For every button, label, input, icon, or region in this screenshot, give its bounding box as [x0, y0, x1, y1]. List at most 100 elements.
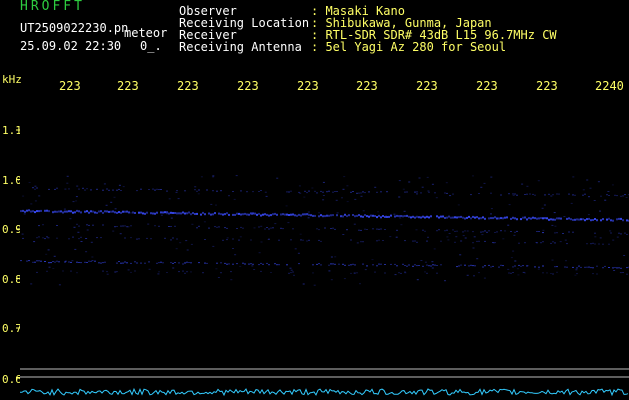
- signal-speck: [102, 189, 104, 191]
- signal-speck: [48, 188, 50, 190]
- signal-speck: [206, 262, 208, 264]
- signal-speck: [472, 215, 474, 218]
- signal-speck: [280, 213, 282, 216]
- signal-speck: [142, 212, 144, 215]
- signal-speck: [84, 189, 86, 191]
- signal-speck: [512, 266, 514, 268]
- signal-speck: [314, 190, 316, 192]
- noise-speck: [398, 196, 401, 198]
- signal-speck: [288, 191, 290, 193]
- signal-speck: [496, 217, 498, 220]
- signal-speck: [210, 213, 212, 216]
- noise-speck: [619, 272, 622, 274]
- signal-speck: [226, 212, 228, 215]
- signal-speck: [100, 262, 102, 264]
- signal-speck: [568, 217, 570, 220]
- noise-speck: [490, 213, 492, 215]
- signal-speck: [550, 218, 552, 221]
- signal-speck: [406, 191, 408, 193]
- noise-speck: [191, 223, 194, 225]
- signal-speck: [116, 211, 118, 214]
- signal-speck: [148, 261, 150, 263]
- noise-speck: [76, 185, 79, 187]
- signal-speck: [118, 188, 120, 190]
- signal-speck: [32, 210, 34, 213]
- x-tick-label: 223: [117, 79, 139, 93]
- signal-speck: [62, 270, 64, 272]
- signal-speck: [136, 190, 138, 192]
- signal-speck: [174, 212, 176, 214]
- signal-speck: [412, 215, 414, 218]
- signal-speck: [456, 266, 458, 268]
- signal-speck: [500, 217, 502, 220]
- signal-speck: [206, 189, 208, 191]
- noise-speck: [212, 245, 215, 247]
- signal-speck: [620, 195, 622, 197]
- signal-speck: [274, 263, 276, 265]
- noise-speck: [582, 189, 585, 191]
- signal-speck: [552, 273, 554, 275]
- signal-speck: [350, 264, 352, 266]
- signal-speck: [394, 215, 396, 218]
- noise-speck: [170, 217, 173, 219]
- signal-speck: [350, 272, 352, 274]
- signal-speck: [50, 262, 52, 264]
- signal-speck: [56, 187, 58, 189]
- noise-speck: [113, 196, 116, 198]
- signal-speck: [586, 243, 588, 245]
- signal-speck: [232, 263, 234, 265]
- signal-speck: [460, 264, 462, 266]
- signal-speck: [244, 263, 246, 265]
- signal-speck: [550, 273, 552, 274]
- signal-speck: [414, 264, 416, 266]
- signal-speck: [184, 212, 186, 215]
- signal-speck: [354, 215, 356, 218]
- noise-speck: [613, 270, 616, 271]
- signal-speck: [80, 262, 82, 264]
- signal-speck: [620, 233, 622, 235]
- signal-speck: [438, 216, 440, 219]
- signal-speck: [458, 265, 460, 267]
- signal-speck: [168, 226, 170, 227]
- noise-speck: [30, 203, 33, 205]
- noise-speck: [517, 274, 520, 276]
- signal-speck: [66, 210, 68, 213]
- signal-speck: [464, 230, 466, 232]
- noise-speck: [33, 241, 36, 243]
- noise-speck: [302, 283, 305, 285]
- x-tick-label: 223: [416, 79, 438, 93]
- signal-speck: [446, 216, 448, 219]
- signal-speck: [362, 215, 364, 218]
- noise-speck: [253, 269, 256, 270]
- signal-speck: [172, 262, 174, 264]
- signal-speck: [526, 218, 528, 221]
- noise-speck: [85, 251, 88, 253]
- signal-speck: [608, 243, 610, 245]
- signal-speck: [518, 242, 520, 244]
- signal-speck: [544, 217, 546, 220]
- noise-speck: [625, 197, 628, 198]
- signal-speck: [108, 210, 110, 213]
- noise-speck: [587, 214, 590, 216]
- noise-speck: [226, 237, 229, 239]
- signal-speck: [42, 224, 44, 226]
- noise-speck: [435, 197, 438, 199]
- signal-speck: [30, 210, 32, 213]
- signal-speck: [212, 213, 214, 216]
- noise-speck: [466, 274, 469, 276]
- signal-speck: [482, 231, 484, 233]
- signal-speck: [494, 232, 496, 233]
- noise-speck: [23, 213, 26, 215]
- signal-speck: [276, 213, 278, 216]
- signal-speck: [190, 262, 192, 264]
- signal-speck: [318, 229, 320, 231]
- signal-speck: [78, 262, 80, 263]
- signal-speck: [250, 263, 252, 265]
- noise-speck: [593, 200, 596, 201]
- signal-speck: [454, 241, 456, 243]
- noise-speck: [607, 191, 610, 192]
- signal-speck: [590, 243, 592, 245]
- signal-speck: [556, 193, 558, 195]
- noise-speck: [34, 185, 37, 187]
- signal-speck: [446, 192, 448, 194]
